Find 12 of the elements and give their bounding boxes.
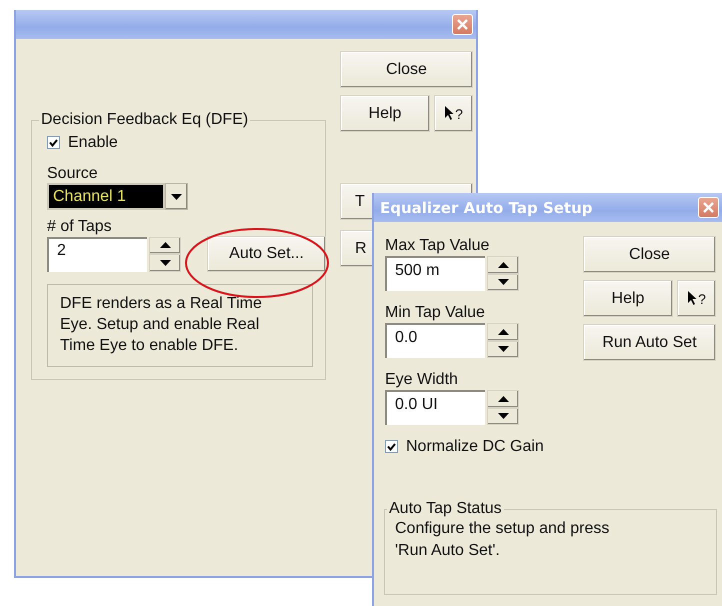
field-label: Eye Width — [385, 370, 459, 389]
group-title: Decision Feedback Eq (DFE) — [40, 111, 250, 129]
field-label: Source — [47, 165, 98, 182]
field-label: Min Tap Value — [385, 303, 486, 322]
group-title: Auto Tap Status — [388, 500, 503, 518]
status-message: Configure the setup and press 'Run Auto Set'. — [395, 519, 610, 561]
window-title: Equalizer Auto Tap Setup — [380, 198, 593, 216]
info-note: DFE renders as a Real Time Eye. Setup and enable Real Time Eye to enable DFE. — [47, 284, 313, 367]
checkbox-label: Enable — [68, 133, 118, 152]
field-label: Max Tap Value — [385, 236, 490, 255]
checkbox-label: Normalize DC Gain — [406, 437, 544, 456]
field-label: # of Taps — [47, 218, 112, 235]
